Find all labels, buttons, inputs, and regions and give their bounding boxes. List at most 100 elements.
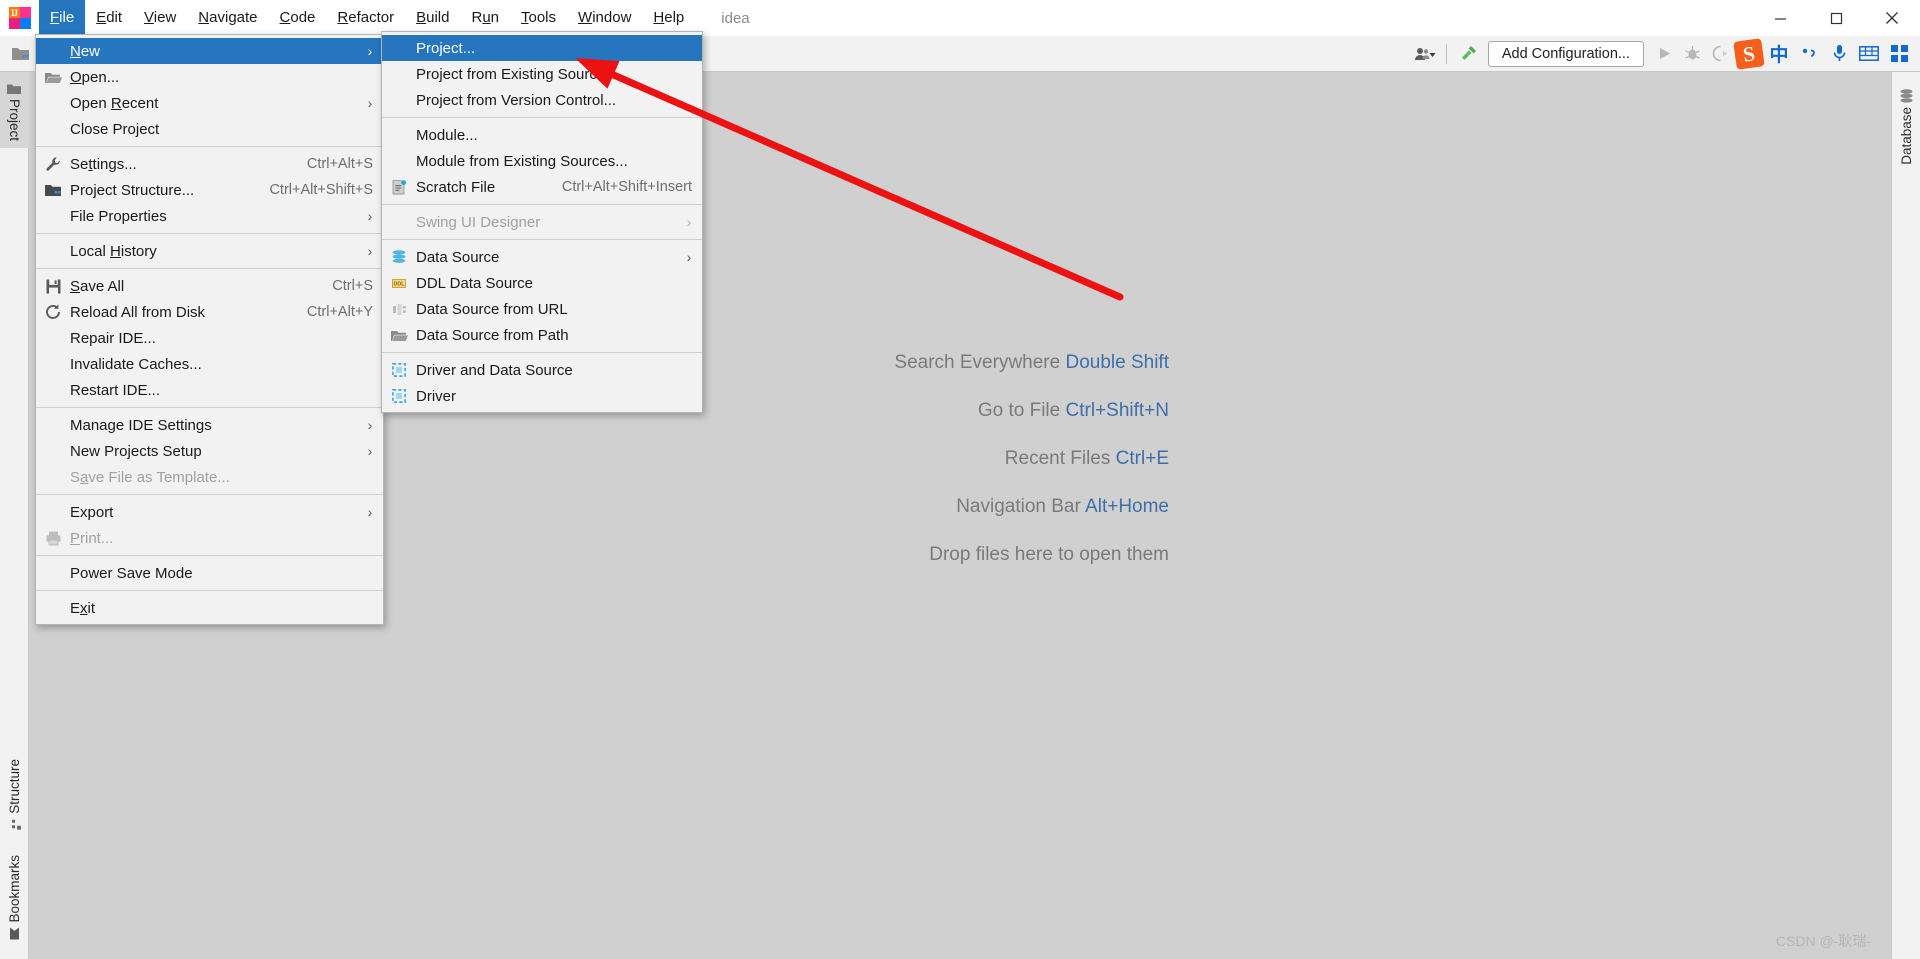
menu-separator	[36, 494, 383, 495]
file-menu-item-repair-ide[interactable]: Repair IDE...	[36, 325, 383, 351]
new-submenu-item-data-source[interactable]: Data Source ›	[382, 244, 702, 270]
file-menu-item-open-recent[interactable]: Open Recent ›	[36, 90, 383, 116]
sidebar-item-label: Project	[7, 99, 22, 142]
new-submenu-item-data-source-from-url[interactable]: Data Source from URL	[382, 296, 702, 322]
soft-keyboard-icon[interactable]	[1854, 39, 1884, 69]
menubar-item-code[interactable]: Code	[269, 0, 327, 36]
new-submenu-item-driver-and-data-source[interactable]: Driver and Data Source	[382, 357, 702, 383]
hint-shortcut: Ctrl+Shift+N	[1065, 400, 1169, 421]
user-dropdown-icon[interactable]	[1411, 40, 1439, 68]
add-configuration-button[interactable]: Add Configuration...	[1487, 40, 1644, 67]
menu-icon-slot	[36, 464, 70, 490]
build-hammer-icon[interactable]	[1454, 40, 1482, 68]
file-menu-item-local-history[interactable]: Local History ›	[36, 238, 383, 264]
menu-item-label: Manage IDE Settings	[70, 416, 212, 434]
new-submenu-item-module-from-existing-sources[interactable]: Module from Existing Sources...	[382, 148, 702, 174]
right-tool-strip: Database	[1891, 72, 1920, 959]
file-menu-item-save-all[interactable]: Save All Ctrl+S	[36, 273, 383, 299]
database-icon	[1899, 89, 1914, 103]
menu-icon-slot	[36, 560, 70, 586]
chevron-right-icon: ›	[367, 243, 373, 259]
sidebar-item-project[interactable]: Project	[0, 72, 29, 149]
menu-icon-slot	[382, 35, 416, 61]
menubar-item-view[interactable]: View	[133, 0, 187, 36]
new-submenu-item-driver[interactable]: Driver	[382, 383, 702, 409]
menu-item-label: Export	[70, 503, 114, 521]
file-menu-item-new[interactable]: New ›	[36, 38, 383, 64]
hint-label: Search Everywhere	[894, 352, 1061, 373]
file-menu-item-restart-ide[interactable]: Restart IDE...	[36, 377, 383, 403]
menu-item-label: Save All	[70, 277, 125, 295]
csdn-watermark: CSDN @-耿瑞-	[1775, 933, 1871, 949]
menu-item-label: Scratch File	[416, 178, 496, 196]
sidebar-item-database[interactable]: Database	[1892, 78, 1920, 172]
new-submenu-item-project[interactable]: Project...	[382, 35, 702, 61]
menu-item-label: Driver	[416, 387, 456, 405]
file-menu-item-project-structure[interactable]: Project Structure... Ctrl+Alt+Shift+S	[36, 177, 383, 203]
menu-item-label: Close Project	[70, 120, 160, 138]
file-menu-item-exit[interactable]: Exit	[36, 595, 383, 621]
file-menu-item-invalidate-caches[interactable]: Invalidate Caches...	[36, 351, 383, 377]
new-submenu-item-ddl-data-source[interactable]: DDL DDL Data Source	[382, 270, 702, 296]
run-icon[interactable]	[1650, 40, 1678, 68]
menu-icon-slot	[382, 61, 416, 87]
menu-icon-slot	[36, 38, 70, 64]
sidebar-item-structure[interactable]: Structure	[0, 752, 29, 841]
debug-icon[interactable]	[1678, 40, 1706, 68]
menubar-item-navigate[interactable]: Navigate	[187, 0, 268, 36]
new-submenu-item-data-source-from-path[interactable]: Data Source from Path	[382, 322, 702, 348]
file-menu-item-export[interactable]: Export ›	[36, 499, 383, 525]
idea-window: IJ File Edit View Navigate Code Refactor Build…	[0, 0, 1920, 959]
run-with-coverage-icon[interactable]	[1706, 40, 1734, 68]
menu-item-label: DDL Data Source	[416, 274, 533, 292]
menubar-item-file[interactable]: File	[39, 0, 86, 36]
punctuation-mode-icon[interactable]	[1794, 39, 1824, 69]
ime-language-toggle[interactable]: 中	[1764, 39, 1794, 69]
file-menu-item-close-project[interactable]: Close Project	[36, 116, 383, 142]
file-menu-item-manage-ide-settings[interactable]: Manage IDE Settings ›	[36, 412, 383, 438]
menu-item-label: Exit	[70, 599, 96, 617]
menu-item-label: Project from Version Control...	[416, 91, 617, 109]
svg-text:DDL: DDL	[393, 281, 405, 287]
menu-item-shortcut: Ctrl+Alt+Y	[306, 304, 373, 320]
maximize-button[interactable]	[1808, 0, 1864, 36]
sogou-logo-icon[interactable]: S	[1733, 37, 1765, 70]
new-submenu-item-project-from-version-control[interactable]: Project from Version Control...	[382, 87, 702, 113]
menu-item-label: Data Source from URL	[416, 300, 568, 318]
title-bar: IJ File Edit View Navigate Code Refactor Build…	[0, 0, 1920, 36]
close-button[interactable]	[1864, 0, 1920, 36]
file-menu-item-power-save-mode[interactable]: Power Save Mode	[36, 560, 383, 586]
menu-item-label: Driver and Data Source	[416, 361, 573, 379]
menu-icon-slot	[36, 438, 70, 464]
ime-toolbox-icon[interactable]	[1884, 39, 1914, 69]
menu-icon-slot	[382, 122, 416, 148]
file-menu-item-open[interactable]: Open...	[36, 64, 383, 90]
new-submenu-item-module[interactable]: Module...	[382, 122, 702, 148]
microphone-icon[interactable]	[1824, 39, 1854, 69]
left-tool-strip: Project Structure Bookmarks	[0, 72, 29, 959]
new-submenu-item-project-from-existing-sources[interactable]: Project from Existing Sources...	[382, 61, 702, 87]
menu-separator	[382, 117, 702, 118]
driver-icon	[382, 357, 416, 383]
new-submenu-item-scratch-file[interactable]: Scratch File Ctrl+Alt+Shift+Insert	[382, 174, 702, 200]
menu-item-label: Restart IDE...	[70, 381, 161, 399]
file-menu-item-reload-all-from-disk[interactable]: Reload All from Disk Ctrl+Alt+Y	[36, 299, 383, 325]
menu-icon-slot	[36, 116, 70, 142]
ddl-icon: DDL	[382, 270, 416, 296]
toolbar-right-group: Add Configuration... S 中	[1411, 36, 1920, 71]
sidebar-item-bookmarks[interactable]: Bookmarks	[0, 848, 29, 951]
intellij-logo-icon: IJ	[9, 7, 31, 29]
menu-separator	[382, 352, 702, 353]
minimize-button[interactable]	[1752, 0, 1808, 36]
project-structure-icon	[36, 177, 70, 203]
file-menu-item-settings[interactable]: Settings... Ctrl+Alt+S	[36, 151, 383, 177]
file-menu-item-file-properties[interactable]: File Properties ›	[36, 203, 383, 229]
menu-item-label: New	[70, 42, 101, 60]
menu-separator	[36, 407, 383, 408]
window-controls	[1752, 0, 1920, 36]
menubar-item-edit[interactable]: Edit	[85, 0, 133, 36]
menu-icon-slot	[382, 148, 416, 174]
project-folder-icon[interactable]	[6, 40, 34, 68]
hint-shortcut: Ctrl+E	[1115, 448, 1169, 469]
file-menu-item-new-projects-setup[interactable]: New Projects Setup ›	[36, 438, 383, 464]
